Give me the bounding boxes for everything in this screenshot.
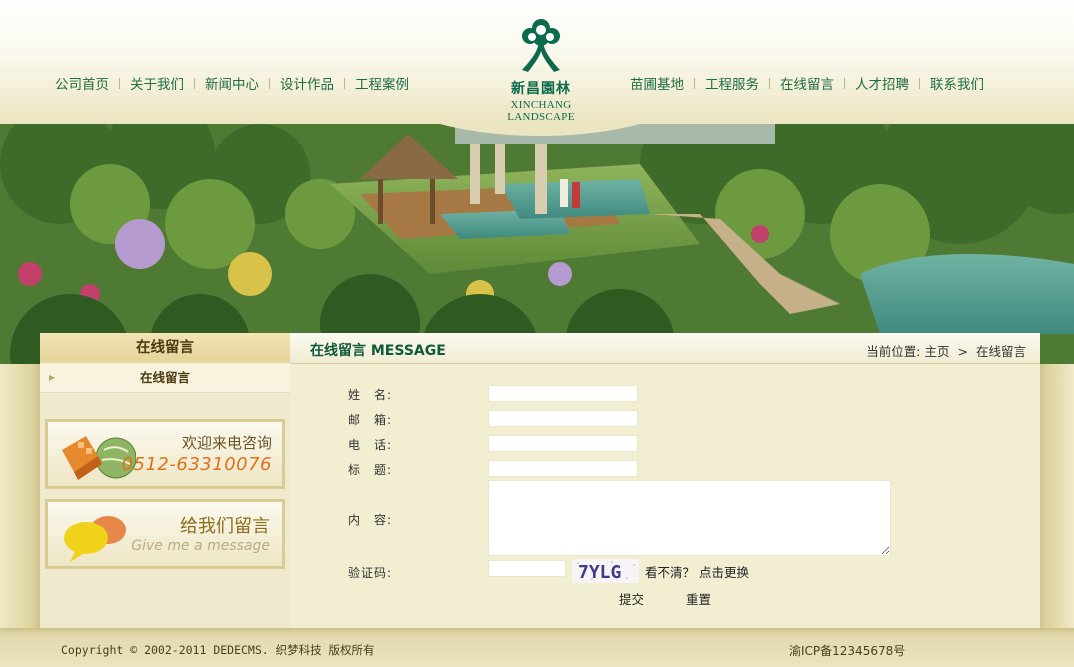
phone-label: 电 话: [348, 438, 393, 452]
site-footer: Copyright © 2002-2011 DEDECMS. 织梦科技 版权所有… [0, 628, 1074, 667]
content-textarea[interactable] [488, 480, 891, 556]
nav-item-jobs[interactable]: 人才招聘 [845, 73, 919, 93]
breadcrumb-home[interactable]: 主页 [925, 344, 950, 359]
sidebar-title: 在线留言 [40, 333, 290, 363]
reset-button[interactable]: 重置 [686, 589, 711, 608]
footer-icp-number[interactable]: 渝ICP备12345678号 [789, 642, 905, 659]
email-label: 邮 箱: [348, 413, 393, 427]
breadcrumb-separator: > [957, 344, 968, 359]
content-header: 在线留言 MESSAGE 当前位置: 主页 > 在线留言 [290, 333, 1040, 364]
email-field[interactable] [488, 410, 638, 427]
nav-item-design[interactable]: 设计作品 [270, 73, 344, 93]
captcha-image-drawing: 7YLG [572, 559, 639, 583]
captcha-label: 验证码: [348, 566, 393, 580]
captcha-field[interactable] [488, 560, 566, 577]
captcha-refresh-link[interactable]: 看不清？ 点击更换 [645, 562, 749, 581]
nav-item-message[interactable]: 在线留言 [770, 73, 844, 93]
banner-top-curve [0, 124, 1074, 136]
left-decor-panel [0, 364, 40, 628]
submit-button[interactable]: 提交 [619, 589, 644, 608]
main-nav-right: 苗圃基地 工程服务 在线留言 人才招聘 联系我们 [620, 73, 994, 93]
phone-consult-banner[interactable]: 欢迎来电咨询 0512-63310076 [45, 419, 285, 489]
nav-item-cases[interactable]: 工程案例 [345, 73, 419, 93]
speech-bubble-icon [64, 516, 126, 562]
name-field[interactable] [488, 385, 638, 402]
main-nav-left: 公司首页 关于我们 新闻中心 设计作品 工程案例 [45, 73, 419, 93]
sidebar-item-message[interactable]: ▶ 在线留言 [40, 363, 290, 393]
site-header: 公司首页 关于我们 新闻中心 设计作品 工程案例 新昌園林 XINCHANG L… [0, 0, 1074, 124]
breadcrumb-current[interactable]: 在线留言 [976, 344, 1026, 359]
logo-english-name: XINCHANG LANDSCAPE [507, 99, 575, 123]
sidebar-item-label: 在线留言 [139, 370, 190, 385]
name-label: 姓 名: [348, 388, 393, 402]
message-content-panel: 在线留言 MESSAGE 当前位置: 主页 > 在线留言 姓 名: 邮 箱: 电 … [290, 333, 1040, 628]
sidebar: 在线留言 ▶ 在线留言 欢迎来电咨询 0512-63310076 给我们留言 G… [40, 333, 290, 628]
nav-item-home[interactable]: 公司首页 [45, 73, 119, 93]
subject-field[interactable] [488, 460, 638, 477]
arrow-bullet-icon: ▶ [49, 373, 56, 382]
breadcrumb: 当前位置: 主页 > 在线留言 [864, 341, 1028, 360]
nav-item-service[interactable]: 工程服务 [695, 73, 769, 93]
leave-message-title: 给我们留言 [180, 516, 270, 537]
phone-consult-text: 欢迎来电咨询 [181, 434, 272, 452]
footer-copyright: Copyright © 2002-2011 DEDECMS. 织梦科技 版权所有 [61, 643, 375, 657]
content-label: 内 容: [348, 513, 393, 527]
garden-banner-image [0, 124, 1074, 364]
nav-item-contact[interactable]: 联系我们 [920, 73, 994, 93]
leave-message-banner[interactable]: 给我们留言 Give me a message [45, 499, 285, 569]
breadcrumb-prefix: 当前位置: [866, 344, 921, 359]
captcha-text: 7YLG [578, 562, 621, 583]
logo-chinese-name: 新昌園林 [511, 81, 571, 97]
tree-logo-icon [522, 19, 560, 72]
captcha-image[interactable]: 7YLG [572, 559, 639, 583]
right-decor-panel [1040, 364, 1074, 628]
nav-item-about[interactable]: 关于我们 [120, 73, 194, 93]
leave-message-subtitle: Give me a message [131, 538, 270, 554]
subject-label: 标 题: [348, 463, 393, 477]
phone-number: 0512-63310076 [121, 454, 272, 475]
nav-item-nursery[interactable]: 苗圃基地 [620, 73, 694, 93]
garden-banner-illustration [0, 124, 1074, 364]
site-logo[interactable]: 新昌園林 XINCHANG LANDSCAPE [476, 18, 606, 124]
phone-field[interactable] [488, 435, 638, 452]
page-title: 在线留言 MESSAGE [310, 343, 446, 359]
nav-item-news[interactable]: 新闻中心 [195, 73, 269, 93]
